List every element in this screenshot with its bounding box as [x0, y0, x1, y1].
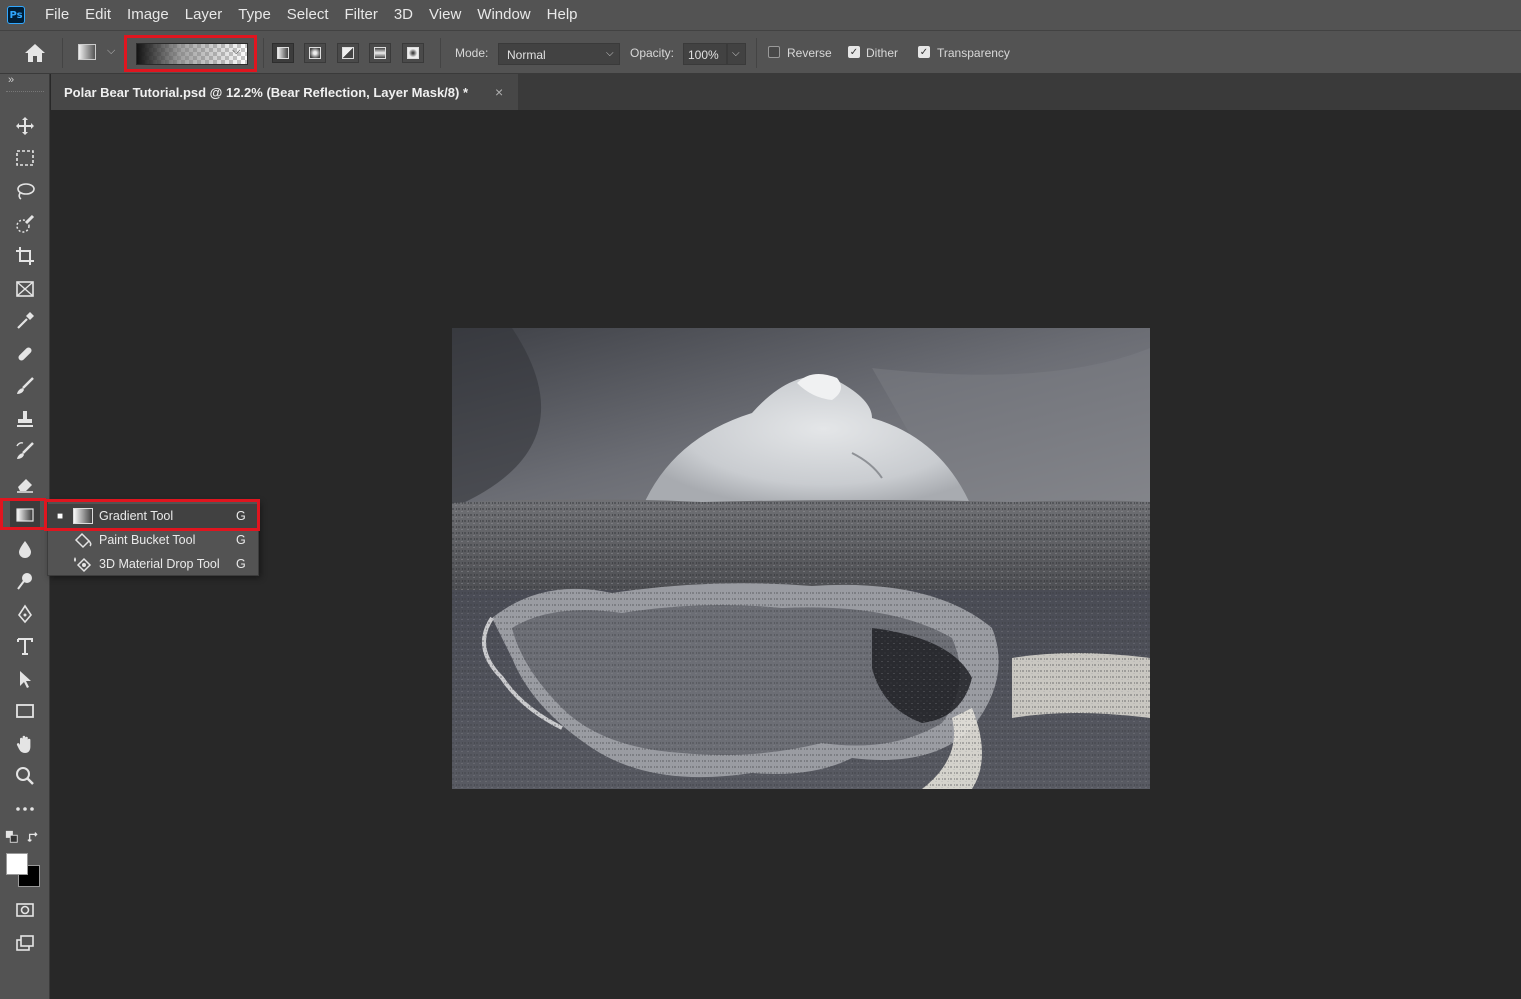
pen-tool-icon[interactable] — [10, 600, 40, 628]
reverse-label: Reverse — [787, 46, 832, 60]
mode-chevron-down-icon[interactable]: ⌵ — [606, 48, 614, 59]
reverse-checkbox[interactable] — [768, 46, 780, 58]
diamond-gradient-button[interactable] — [402, 43, 424, 63]
dodge-tool-icon[interactable] — [10, 567, 40, 595]
mode-select[interactable]: Normal — [498, 43, 620, 65]
radial-gradient-button[interactable] — [304, 43, 326, 63]
tool-preset-icon[interactable] — [78, 44, 96, 60]
tool-preset-chevron-down-icon[interactable]: ⌵ — [107, 45, 115, 58]
menu-view[interactable]: View — [421, 0, 469, 30]
menu-layer[interactable]: Layer — [177, 0, 231, 30]
document-tab-bar: Polar Bear Tutorial.psd @ 12.2% (Bear Re… — [51, 74, 1521, 110]
swap-colors-icon[interactable] — [25, 829, 43, 845]
options-bar: ⌵ ⌵ Mode: Normal ⌵ Opacity: 100% ⌵ Rever… — [0, 30, 1521, 74]
transparency-label: Transparency — [937, 46, 1010, 60]
eraser-tool-icon[interactable] — [10, 470, 40, 498]
menu-select[interactable]: Select — [279, 0, 337, 30]
flyout-item-paint-bucket-tool[interactable]: Paint Bucket Tool G — [48, 528, 258, 552]
divider — [62, 38, 63, 68]
document-tab[interactable]: Polar Bear Tutorial.psd @ 12.2% (Bear Re… — [51, 74, 518, 110]
opacity-label: Opacity: — [630, 46, 675, 60]
flyout-item-3d-material-drop-tool[interactable]: 3D Material Drop Tool G — [48, 552, 258, 576]
clone-stamp-tool-icon[interactable] — [10, 405, 40, 433]
menu-edit[interactable]: Edit — [77, 0, 119, 30]
default-colors-icon[interactable] — [3, 829, 21, 845]
gradient-tool-flyout-highlight — [44, 499, 260, 531]
marquee-tool-icon[interactable] — [10, 144, 40, 172]
brush-tool-icon[interactable] — [10, 372, 40, 400]
history-brush-tool-icon[interactable] — [10, 437, 40, 465]
menu-bar: Ps File Edit Image Layer Type Select Fil… — [0, 0, 1521, 30]
tools-panel: » — [0, 74, 50, 999]
menu-type[interactable]: Type — [230, 0, 279, 30]
eyedropper-tool-icon[interactable] — [10, 307, 40, 335]
dither-checkbox[interactable]: ✓ — [848, 46, 860, 58]
opacity-chevron-down-icon[interactable]: ⌵ — [732, 48, 740, 59]
zoom-tool-icon[interactable] — [10, 762, 40, 790]
move-tool-icon[interactable] — [10, 112, 40, 140]
dither-label: Dither — [866, 46, 899, 60]
more-tools-icon[interactable] — [10, 795, 40, 823]
gradient-picker-highlight — [124, 35, 257, 72]
material-drop-icon — [72, 555, 94, 573]
canvas-area[interactable] — [51, 110, 1521, 999]
mode-label: Mode: — [455, 46, 489, 60]
hand-tool-icon[interactable] — [10, 730, 40, 758]
reflected-gradient-button[interactable] — [369, 43, 391, 63]
collapse-panel-icon[interactable]: » — [8, 74, 14, 86]
menu-image[interactable]: Image — [119, 0, 177, 30]
path-selection-tool-icon[interactable] — [10, 665, 40, 693]
flyout-item-label: Paint Bucket Tool — [99, 533, 196, 547]
screen-mode-icon[interactable] — [10, 929, 40, 957]
divider — [440, 38, 441, 68]
quick-mask-icon[interactable] — [10, 896, 40, 924]
close-icon[interactable]: × — [495, 84, 503, 100]
transparency-checkbox[interactable]: ✓ — [918, 46, 930, 58]
menu-file[interactable]: File — [37, 0, 77, 30]
lasso-tool-icon[interactable] — [10, 177, 40, 205]
paint-bucket-icon — [72, 531, 94, 549]
flyout-item-label: 3D Material Drop Tool — [99, 557, 220, 571]
gradient-tool-highlight — [0, 498, 46, 530]
healing-brush-tool-icon[interactable] — [10, 340, 40, 368]
menu-3d[interactable]: 3D — [386, 0, 421, 30]
frame-tool-icon[interactable] — [10, 275, 40, 303]
document-tab-title: Polar Bear Tutorial.psd @ 12.2% (Bear Re… — [64, 84, 469, 100]
divider — [756, 38, 757, 68]
polar-bear-image — [452, 328, 1150, 789]
flyout-item-shortcut: G — [236, 557, 246, 571]
menu-filter[interactable]: Filter — [337, 0, 386, 30]
quick-selection-tool-icon[interactable] — [10, 210, 40, 238]
panel-grip[interactable] — [6, 91, 44, 94]
angle-gradient-button[interactable] — [337, 43, 359, 63]
document-image[interactable] — [452, 328, 1150, 789]
flyout-item-shortcut: G — [236, 533, 246, 547]
photoshop-logo-icon[interactable]: Ps — [7, 6, 25, 24]
linear-gradient-button[interactable] — [272, 43, 294, 63]
rectangle-tool-icon[interactable] — [10, 697, 40, 725]
home-icon[interactable] — [22, 41, 48, 65]
menu-help[interactable]: Help — [539, 0, 586, 30]
type-tool-icon[interactable] — [10, 632, 40, 660]
divider — [263, 38, 264, 68]
opacity-input[interactable]: 100% — [683, 43, 727, 65]
crop-tool-icon[interactable] — [10, 242, 40, 270]
menu-window[interactable]: Window — [469, 0, 538, 30]
foreground-color-swatch[interactable] — [6, 853, 28, 875]
blur-tool-icon[interactable] — [10, 535, 40, 563]
